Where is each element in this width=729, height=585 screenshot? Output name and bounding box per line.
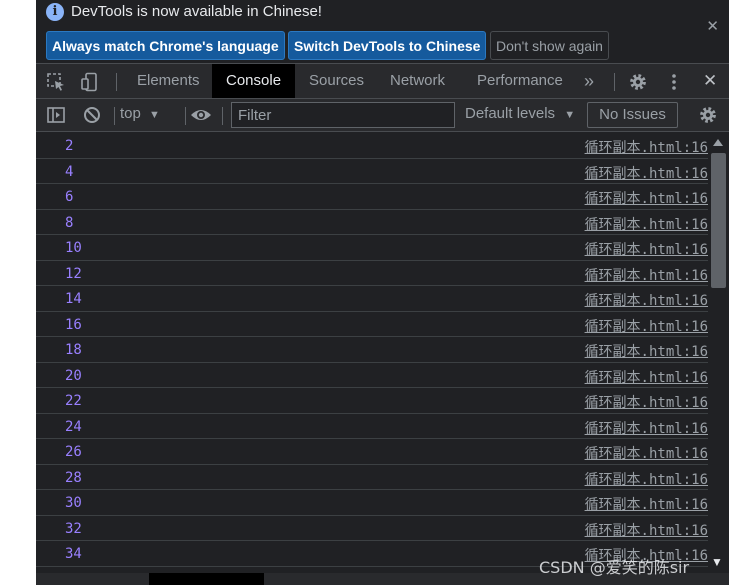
console-log-row: 30 循环副本.html:16 — [36, 490, 708, 516]
language-infobar: i DevTools is now available in Chinese! … — [36, 0, 729, 64]
tab-console[interactable]: Console — [212, 64, 296, 98]
log-source-link[interactable]: 循环副本.html:16 — [585, 494, 708, 514]
caret-down-icon: ▼ — [711, 555, 723, 569]
toolbar-divider — [114, 107, 115, 125]
show-sidebar-icon[interactable] — [46, 105, 66, 125]
console-log-row: 16 循环副本.html:16 — [36, 312, 708, 337]
log-source-link[interactable]: 循环副本.html:16 — [585, 265, 708, 285]
log-value: 28 — [65, 469, 82, 486]
log-source-link[interactable]: 循环副本.html:16 — [585, 214, 708, 234]
infobar-message: DevTools is now available in Chinese! — [71, 3, 322, 20]
info-icon: i — [46, 3, 64, 21]
inspect-element-icon[interactable] — [46, 72, 66, 92]
log-source-link[interactable]: 循环副本.html:16 — [585, 392, 708, 412]
kebab-menu-icon[interactable] — [664, 72, 684, 92]
always-match-language-button[interactable]: Always match Chrome's language — [46, 31, 285, 60]
dont-show-again-button[interactable]: Don't show again — [490, 31, 609, 60]
log-value: 26 — [65, 444, 82, 460]
log-source-link[interactable]: 循环副本.html:16 — [585, 418, 708, 438]
scroll-thumb[interactable] — [711, 153, 726, 288]
console-log-row: 4 循环副本.html:16 — [36, 159, 708, 184]
toolbar-divider — [614, 73, 615, 91]
console-log-row: 24 循环副本.html:16 — [36, 414, 708, 439]
live-expression-eye-icon[interactable] — [190, 105, 212, 125]
context-selector[interactable]: top ▼ — [120, 105, 160, 122]
console-log-row: 14 循环副本.html:16 — [36, 286, 708, 312]
log-source-link[interactable]: 循环副本.html:16 — [585, 163, 708, 183]
tab-sources[interactable]: Sources — [295, 64, 378, 98]
toolbar-divider — [222, 107, 223, 125]
console-settings-gear-icon[interactable] — [698, 105, 718, 125]
tab-network[interactable]: Network — [376, 64, 459, 98]
context-value: top — [120, 105, 141, 122]
console-log-row: 26 循环副本.html:16 — [36, 439, 708, 465]
log-source-link[interactable]: 循环副本.html:16 — [585, 367, 708, 387]
toolbar-divider — [185, 107, 186, 125]
infobar-close-icon[interactable]: ✕ — [706, 17, 719, 35]
log-source-link[interactable]: 循环副本.html:16 — [585, 341, 708, 361]
console-log-row: 32 循环副本.html:16 — [36, 516, 708, 541]
console-log-row: 10 循环副本.html:16 — [36, 235, 708, 261]
console-log-row: 8 循环副本.html:16 — [36, 210, 708, 235]
tab-performance[interactable]: Performance — [463, 64, 577, 98]
log-value: 6 — [65, 189, 74, 205]
log-source-link[interactable]: 循环副本.html:16 — [585, 469, 708, 489]
log-value: 2 — [65, 138, 74, 154]
csdn-watermark: CSDN @爱笑的陈sir — [539, 558, 690, 577]
log-levels-dropdown-icon: ▼ — [564, 109, 576, 121]
log-source-link[interactable]: 循环副本.html:16 — [585, 188, 708, 208]
log-value: 24 — [65, 418, 82, 435]
console-log-row: 6 循环副本.html:16 — [36, 184, 708, 210]
scroll-up-arrow-icon[interactable] — [713, 139, 723, 146]
drawer-tab[interactable] — [149, 573, 264, 585]
log-source-link[interactable]: 循环副本.html:16 — [585, 316, 708, 336]
console-log-row: 22 循环副本.html:16 — [36, 388, 708, 414]
log-value: 4 — [65, 163, 74, 180]
tab-elements[interactable]: Elements — [123, 64, 214, 98]
toolbar-divider — [116, 73, 117, 91]
console-scrollbar[interactable] — [708, 133, 729, 573]
log-value: 14 — [65, 291, 82, 307]
log-source-link[interactable]: 循环副本.html:16 — [585, 290, 708, 310]
log-value: 30 — [65, 495, 82, 511]
log-value: 12 — [65, 265, 82, 282]
main-tabbar: Elements Console Sources Network Perform… — [36, 64, 729, 99]
console-log-row: 28 循环副本.html:16 — [36, 465, 708, 490]
clear-console-icon[interactable] — [82, 105, 102, 125]
log-value: 10 — [65, 240, 82, 256]
log-levels-selector[interactable]: Default levels ▼ — [465, 105, 575, 122]
log-levels-value: Default levels — [465, 105, 556, 122]
log-value: 32 — [65, 520, 82, 537]
issues-button[interactable]: No Issues — [587, 102, 678, 128]
log-value: 16 — [65, 316, 82, 333]
log-source-link[interactable]: 循环副本.html:16 — [585, 520, 708, 540]
log-source-link[interactable]: 循环副本.html:16 — [585, 443, 708, 463]
console-messages: 2 循环副本.html:16 4 循环副本.html:16 6 循环副本.html:16 8… — [36, 133, 708, 573]
log-value: 18 — [65, 342, 82, 358]
log-value: 22 — [65, 393, 82, 409]
console-log-row: 2 循环副本.html:16 — [36, 133, 708, 159]
console-log-row: 18 循环副本.html:16 — [36, 337, 708, 363]
log-source-link[interactable]: 循环副本.html:16 — [585, 137, 708, 157]
log-value: 20 — [65, 367, 82, 384]
console-log-row: 20 循环副本.html:16 — [36, 363, 708, 388]
console-toolbar: top ▼ Default levels ▼ No Issues — [36, 99, 729, 132]
console-log-row: 12 循环副本.html:16 — [36, 261, 708, 286]
close-devtools-icon[interactable]: ✕ — [693, 64, 727, 98]
context-dropdown-icon: ▼ — [149, 109, 160, 121]
devtools-panel: i DevTools is now available in Chinese! … — [36, 0, 729, 585]
filter-input[interactable] — [231, 102, 455, 128]
more-tabs-icon[interactable]: » — [578, 64, 600, 98]
device-toolbar-icon[interactable] — [80, 72, 100, 92]
log-value: 8 — [65, 214, 74, 231]
log-value: 34 — [65, 546, 82, 562]
switch-to-chinese-button[interactable]: Switch DevTools to Chinese — [288, 31, 487, 60]
log-source-link[interactable]: 循环副本.html:16 — [585, 239, 708, 259]
settings-gear-icon[interactable] — [628, 72, 648, 92]
